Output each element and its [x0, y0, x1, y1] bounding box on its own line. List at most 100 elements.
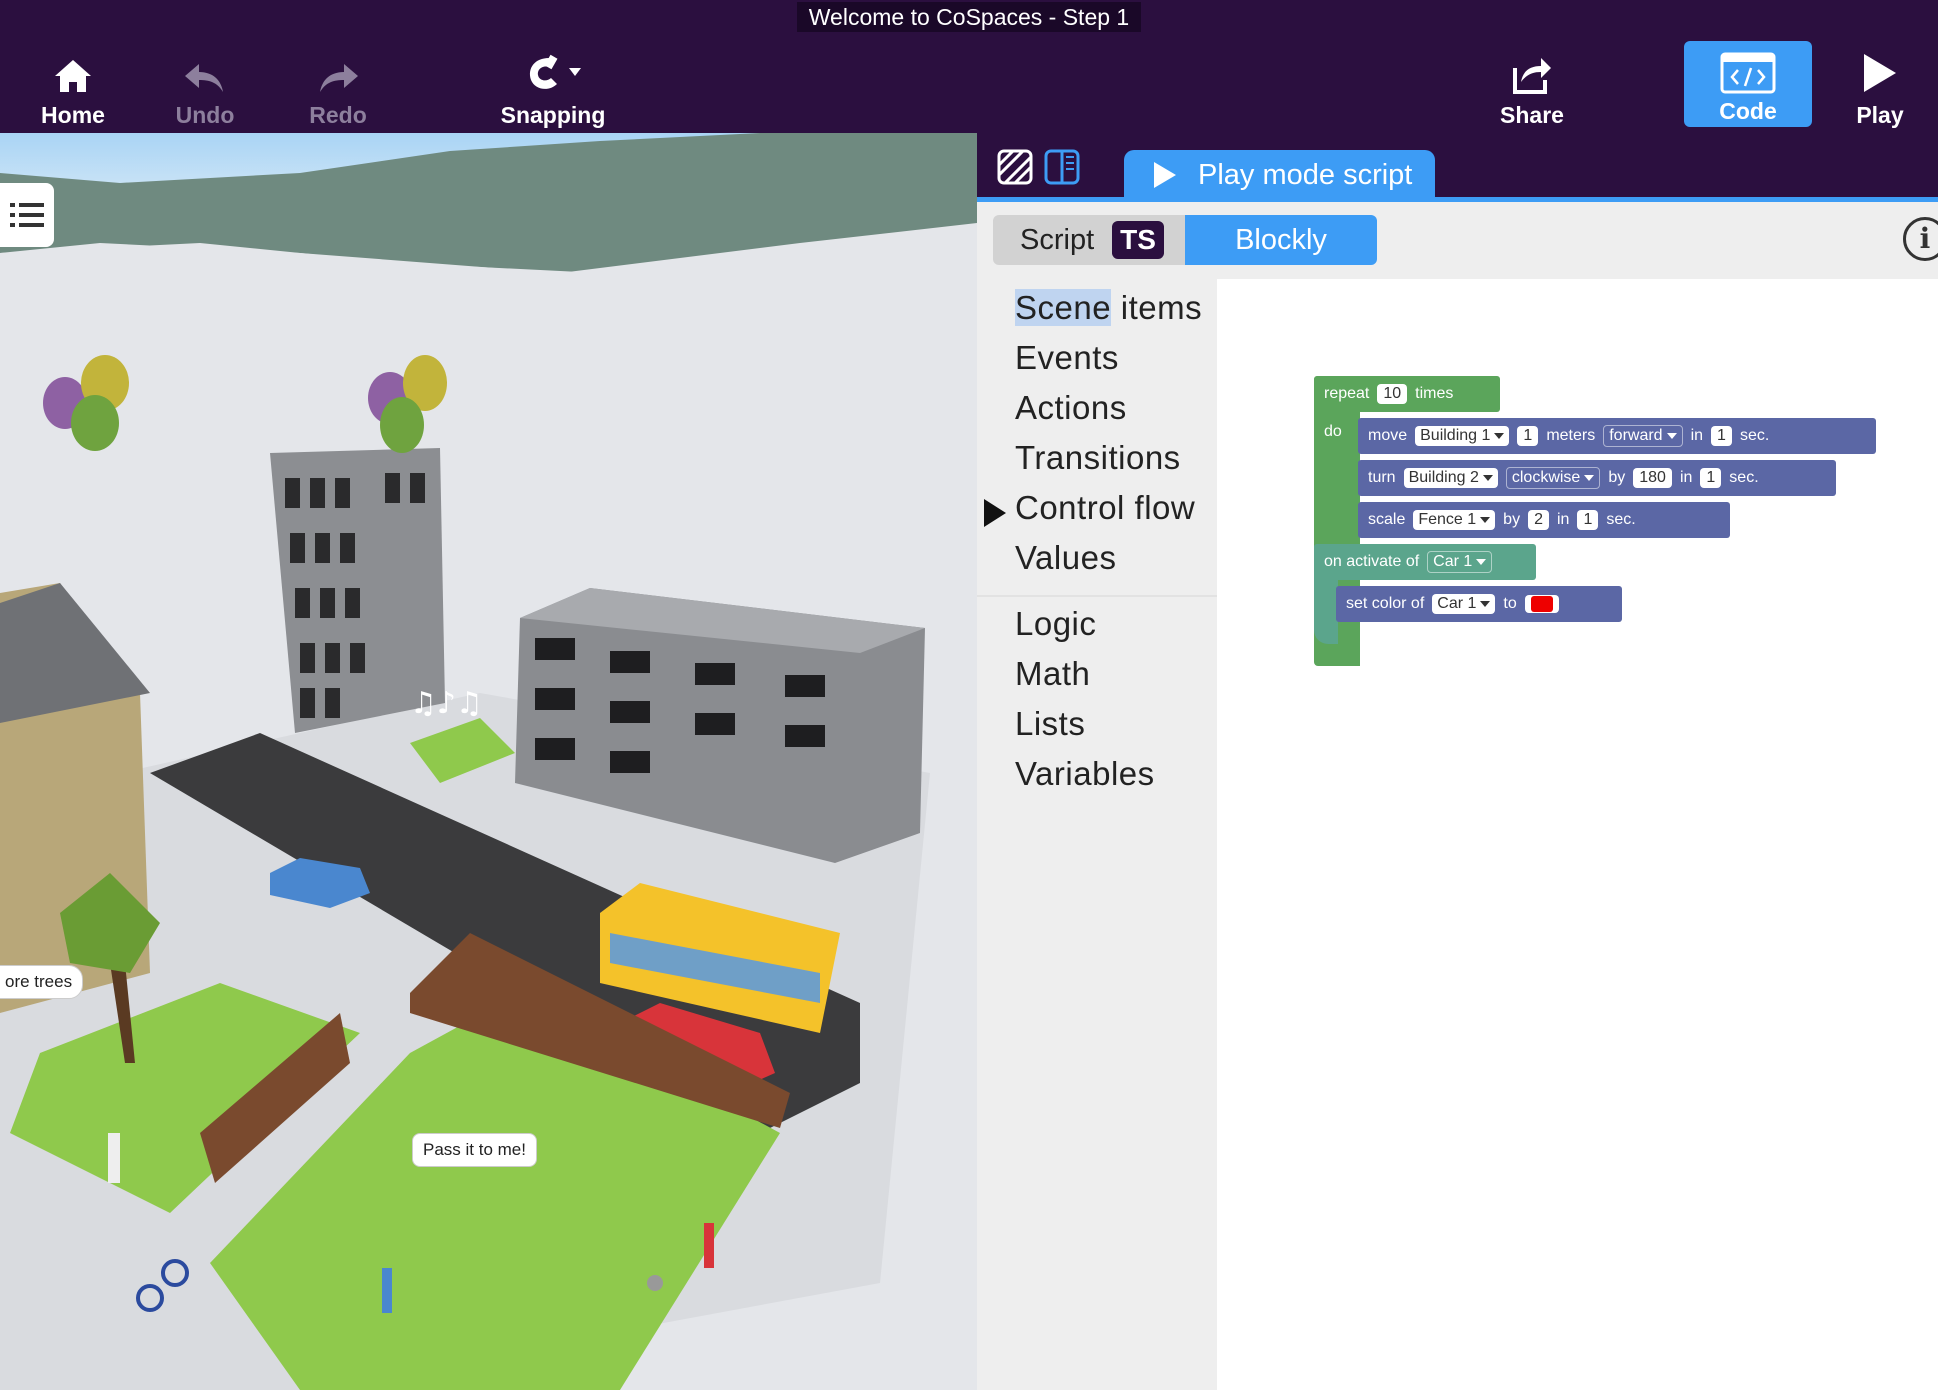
redo-button[interactable]: Redo	[278, 50, 398, 129]
color-field[interactable]	[1524, 595, 1559, 613]
sec-keyword: sec.	[1606, 511, 1636, 528]
redo-label: Redo	[309, 102, 367, 128]
home-label: Home	[41, 102, 105, 128]
in-keyword: in	[1679, 469, 1693, 486]
activate-target-dropdown[interactable]: Car 1	[1427, 551, 1493, 573]
code-editor-panel: Play mode script Script TS Blockly i Sce…	[977, 133, 1938, 1390]
by-keyword: by	[1608, 469, 1626, 486]
code-label: Code	[1719, 98, 1777, 124]
scene-list-button[interactable]	[0, 183, 54, 247]
scale-time-field[interactable]: 1	[1577, 510, 1599, 530]
blockly-label: Blockly	[1235, 223, 1327, 256]
do-label-row: do	[1314, 414, 1360, 450]
editor-tab-bar: Play mode script	[977, 133, 1938, 200]
set-color-keyword: set color of	[1346, 595, 1425, 612]
top-toolbar: Welcome to CoSpaces - Step 1 Home Undo R…	[0, 0, 1938, 133]
blockly-workspace[interactable]: repeat 10 times do move Building 1 1 met…	[1217, 279, 1938, 1390]
scale-block[interactable]: scale Fence 1 by 2 in 1 sec.	[1358, 502, 1730, 538]
list-icon	[10, 203, 44, 227]
repeat-header: repeat 10 times	[1314, 376, 1500, 412]
category-variables[interactable]: Variables	[1015, 755, 1155, 793]
in-keyword: in	[1556, 511, 1570, 528]
turn-keyword: turn	[1368, 469, 1396, 486]
turn-direction-dropdown[interactable]: clockwise	[1505, 467, 1601, 489]
meters-keyword: meters	[1546, 427, 1596, 444]
code-button[interactable]: Code	[1684, 41, 1812, 127]
home-icon	[13, 50, 133, 94]
undo-icon	[145, 50, 265, 94]
by-keyword: by	[1503, 511, 1521, 528]
speech-bubble-trees: ore trees	[0, 965, 84, 999]
scene-illustration: ♫♪♫	[0, 133, 977, 1390]
category-logic[interactable]: Logic	[1015, 605, 1096, 643]
info-icon[interactable]: i	[1903, 217, 1938, 261]
expand-arrow-icon	[984, 499, 1006, 527]
category-scene-items[interactable]: Scene items	[1015, 289, 1202, 327]
on-activate-keyword: on activate of	[1324, 553, 1420, 570]
category-transitions[interactable]: Transitions	[1015, 439, 1181, 477]
set-color-block[interactable]: set color of Car 1 to	[1336, 586, 1622, 622]
move-target-dropdown[interactable]: Building 1	[1415, 426, 1510, 446]
move-block[interactable]: move Building 1 1 meters forward in 1 se…	[1358, 418, 1876, 454]
to-keyword: to	[1503, 595, 1517, 612]
snapping-button[interactable]: Snapping	[493, 50, 613, 129]
category-divider	[977, 595, 1217, 597]
category-values[interactable]: Values	[1015, 539, 1116, 577]
redo-icon	[278, 50, 398, 94]
play-icon	[1820, 50, 1938, 94]
script-label: Script	[1020, 223, 1095, 256]
repeat-keyword: repeat	[1324, 385, 1370, 402]
play-button[interactable]: Play	[1820, 50, 1938, 129]
move-time-field[interactable]: 1	[1711, 426, 1732, 446]
turn-target-dropdown[interactable]: Building 2	[1403, 468, 1498, 488]
block-categories: Scene items Events Actions Transitions C…	[977, 279, 1217, 1390]
share-icon	[1472, 50, 1592, 94]
mode-switch: Script TS Blockly	[993, 215, 1377, 265]
direction-dropdown[interactable]: forward	[1603, 425, 1683, 447]
times-keyword: times	[1415, 385, 1454, 402]
share-label: Share	[1500, 102, 1564, 128]
in-keyword: in	[1690, 427, 1704, 444]
window-title: Welcome to CoSpaces - Step 1	[0, 2, 1938, 32]
turn-angle-field[interactable]: 180	[1633, 468, 1672, 488]
tab-label: Play mode script	[1198, 158, 1413, 191]
turn-time-field[interactable]: 1	[1700, 468, 1722, 488]
play-icon	[1154, 162, 1176, 188]
ts-badge: TS	[1112, 221, 1164, 259]
snapping-label: Snapping	[500, 102, 606, 128]
color-target-dropdown[interactable]: Car 1	[1432, 594, 1496, 614]
category-actions[interactable]: Actions	[1015, 389, 1127, 427]
color-swatch	[1530, 596, 1553, 612]
on-activate-header: on activate of Car 1	[1314, 544, 1536, 580]
repeat-count-field[interactable]: 10	[1377, 384, 1408, 404]
scene-viewport[interactable]: ♫♪♫ ore trees Pass it to me!	[0, 133, 977, 1390]
speech-bubble-pass: Pass it to me!	[412, 1133, 537, 1167]
move-keyword: move	[1368, 427, 1408, 444]
undo-label: Undo	[175, 102, 235, 128]
play-label: Play	[1856, 102, 1904, 128]
category-math[interactable]: Math	[1015, 655, 1090, 693]
category-lists[interactable]: Lists	[1015, 705, 1085, 743]
category-events[interactable]: Events	[1015, 339, 1119, 377]
sec-keyword: sec.	[1739, 427, 1770, 444]
magnet-icon	[493, 50, 613, 94]
turn-block[interactable]: turn Building 2 clockwise by 180 in 1 se…	[1358, 460, 1836, 496]
scale-keyword: scale	[1368, 511, 1406, 528]
category-control-flow[interactable]: Control flow	[1015, 489, 1195, 527]
code-icon	[1684, 50, 1812, 94]
script-mode-button[interactable]: Script TS	[993, 215, 1185, 265]
home-button[interactable]: Home	[13, 50, 133, 129]
tab-play-mode-script[interactable]: Play mode script	[1124, 150, 1435, 200]
blockly-mode-button[interactable]: Blockly	[1185, 215, 1377, 265]
scale-target-dropdown[interactable]: Fence 1	[1413, 510, 1496, 530]
scale-factor-field[interactable]: 2	[1528, 510, 1549, 530]
tab-underline	[977, 197, 1938, 202]
move-distance-field[interactable]: 1	[1517, 426, 1539, 446]
svg-text:♫♪♫: ♫♪♫	[410, 686, 483, 721]
do-keyword: do	[1324, 423, 1342, 440]
share-button[interactable]: Share	[1472, 50, 1592, 129]
stripes-icon[interactable]	[997, 149, 1033, 190]
undo-button[interactable]: Undo	[145, 50, 265, 129]
split-view-icon[interactable]	[1044, 149, 1080, 190]
sec-keyword: sec.	[1729, 469, 1759, 486]
